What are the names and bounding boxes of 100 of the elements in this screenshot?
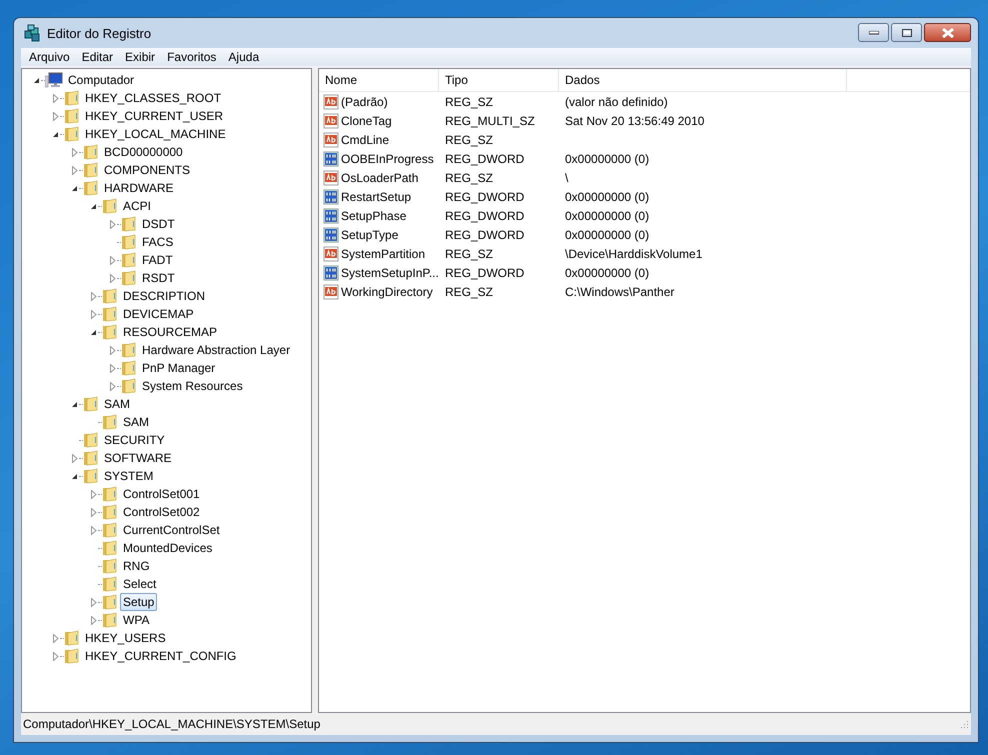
folder-icon xyxy=(64,126,80,142)
close-button[interactable] xyxy=(924,23,971,42)
collapse-arrow-icon[interactable] xyxy=(33,76,40,84)
menu-item[interactable]: Ajuda xyxy=(222,50,266,64)
tree-item[interactable]: SYSTEM xyxy=(101,467,156,485)
minimize-button[interactable] xyxy=(858,23,889,42)
collapse-arrow-icon[interactable] xyxy=(71,400,78,408)
tree-item[interactable]: FADT xyxy=(139,251,176,269)
column-header[interactable]: Nome xyxy=(319,69,439,91)
expand-arrow-icon[interactable] xyxy=(52,634,58,642)
tree-item[interactable]: HKEY_CLASSES_ROOT xyxy=(82,89,224,107)
menu-item[interactable]: Exibir xyxy=(119,50,162,64)
expand-arrow-icon[interactable] xyxy=(72,166,78,174)
expand-arrow-icon[interactable] xyxy=(72,148,78,156)
tree-item[interactable]: SECURITY xyxy=(101,431,168,449)
expand-arrow-icon[interactable] xyxy=(72,454,78,462)
menu-item[interactable]: Editar xyxy=(76,50,120,64)
collapse-arrow-icon[interactable] xyxy=(52,130,59,138)
expand-arrow-icon[interactable] xyxy=(90,616,96,624)
expand-arrow-icon[interactable] xyxy=(110,382,116,390)
value-data: 0x00000000 (0) xyxy=(564,190,650,204)
folder-icon xyxy=(83,180,99,196)
expand-arrow-icon[interactable] xyxy=(110,274,116,282)
value-name[interactable]: RestartSetup xyxy=(341,190,412,204)
tree-item[interactable]: DSDT xyxy=(139,215,178,233)
expand-arrow-icon[interactable] xyxy=(52,112,58,120)
tree-item[interactable]: SOFTWARE xyxy=(101,449,175,467)
tree-item[interactable]: ACPI xyxy=(120,197,154,215)
expand-arrow-icon[interactable] xyxy=(110,256,116,264)
folder-icon xyxy=(121,270,137,286)
value-name[interactable]: CloneTag xyxy=(341,114,392,128)
tree-item[interactable]: COMPONENTS xyxy=(101,161,194,179)
value-name[interactable]: SetupType xyxy=(341,228,398,242)
expand-arrow-icon[interactable] xyxy=(110,346,116,354)
value-name[interactable]: SystemSetupInP... xyxy=(341,266,439,280)
tree-item[interactable]: ControlSet002 xyxy=(120,503,203,521)
expand-arrow-icon[interactable] xyxy=(90,292,96,300)
expand-arrow-icon[interactable] xyxy=(90,310,96,318)
value-name[interactable]: WorkingDirectory xyxy=(341,284,433,298)
tree-item[interactable]: WPA xyxy=(120,611,152,629)
folder-icon xyxy=(102,306,118,322)
folder-icon xyxy=(121,216,137,232)
tree-item[interactable]: ControlSet001 xyxy=(120,485,203,503)
tree-item[interactable]: RESOURCEMAP xyxy=(120,323,220,341)
menu-item[interactable]: Arquivo xyxy=(23,50,76,64)
collapse-arrow-icon[interactable] xyxy=(90,328,97,336)
tree-item[interactable]: System Resources xyxy=(139,377,246,395)
value-data: 0x00000000 (0) xyxy=(564,228,650,242)
collapse-arrow-icon[interactable] xyxy=(71,472,78,480)
value-name[interactable]: SystemPartition xyxy=(341,246,426,260)
expand-arrow-icon[interactable] xyxy=(52,94,58,102)
text-value-icon xyxy=(323,112,339,128)
menu-item[interactable]: Favoritos xyxy=(161,50,222,64)
column-header[interactable]: Dados xyxy=(559,69,847,91)
tree-item[interactable]: SAM xyxy=(101,395,134,413)
tree-item[interactable]: HKEY_USERS xyxy=(82,629,169,647)
tree-item[interactable]: SAM xyxy=(120,413,152,431)
tree-item[interactable]: RSDT xyxy=(139,269,178,287)
collapse-arrow-icon[interactable] xyxy=(71,184,78,192)
tree-item[interactable]: FACS xyxy=(139,233,176,251)
binary-value-icon xyxy=(323,150,339,166)
value-name[interactable]: CmdLine xyxy=(341,132,390,146)
tree-item[interactable]: DESCRIPTION xyxy=(120,287,208,305)
resize-grip-icon[interactable] xyxy=(959,719,969,729)
tree-item[interactable]: MountedDevices xyxy=(120,539,216,557)
tree-item[interactable]: Hardware Abstraction Layer xyxy=(139,341,294,359)
value-name[interactable]: SetupPhase xyxy=(341,208,406,222)
value-name[interactable]: (Padrão) xyxy=(341,94,388,108)
text-value-icon xyxy=(323,246,339,262)
tree-item[interactable]: HKEY_LOCAL_MACHINE xyxy=(82,125,229,143)
tree-item[interactable]: HKEY_CURRENT_USER xyxy=(82,107,226,125)
tree-item[interactable]: DEVICEMAP xyxy=(120,305,197,323)
folder-icon xyxy=(102,504,118,520)
tree-item[interactable]: PnP Manager xyxy=(139,359,218,377)
folder-icon xyxy=(83,144,99,160)
value-name[interactable]: OOBEInProgress xyxy=(341,152,434,166)
tree-item[interactable]: RNG xyxy=(120,557,153,575)
folder-icon xyxy=(64,630,80,646)
tree-item[interactable]: Select xyxy=(120,575,160,593)
folder-icon xyxy=(102,576,118,592)
tree-item[interactable]: Computador xyxy=(65,71,138,89)
maximize-button[interactable] xyxy=(891,23,922,42)
folder-icon xyxy=(102,324,118,340)
expand-arrow-icon[interactable] xyxy=(90,490,96,498)
expand-arrow-icon[interactable] xyxy=(90,508,96,516)
expand-arrow-icon[interactable] xyxy=(90,526,96,534)
tree-item[interactable]: BCD00000000 xyxy=(101,143,186,161)
tree-item[interactable]: HKEY_CURRENT_CONFIG xyxy=(82,647,240,665)
tree-item[interactable]: Setup xyxy=(120,593,158,611)
expand-arrow-icon[interactable] xyxy=(110,364,116,372)
tree-item[interactable]: HARDWARE xyxy=(101,179,177,197)
expand-arrow-icon[interactable] xyxy=(90,598,96,606)
expand-arrow-icon[interactable] xyxy=(52,652,58,660)
collapse-arrow-icon[interactable] xyxy=(90,202,97,210)
column-header[interactable]: Tipo xyxy=(439,69,559,91)
tree-item[interactable]: CurrentControlSet xyxy=(120,521,223,539)
folder-icon xyxy=(64,90,80,106)
value-name[interactable]: OsLoaderPath xyxy=(341,170,418,184)
value-type: REG_SZ xyxy=(444,94,494,108)
expand-arrow-icon[interactable] xyxy=(110,220,116,228)
